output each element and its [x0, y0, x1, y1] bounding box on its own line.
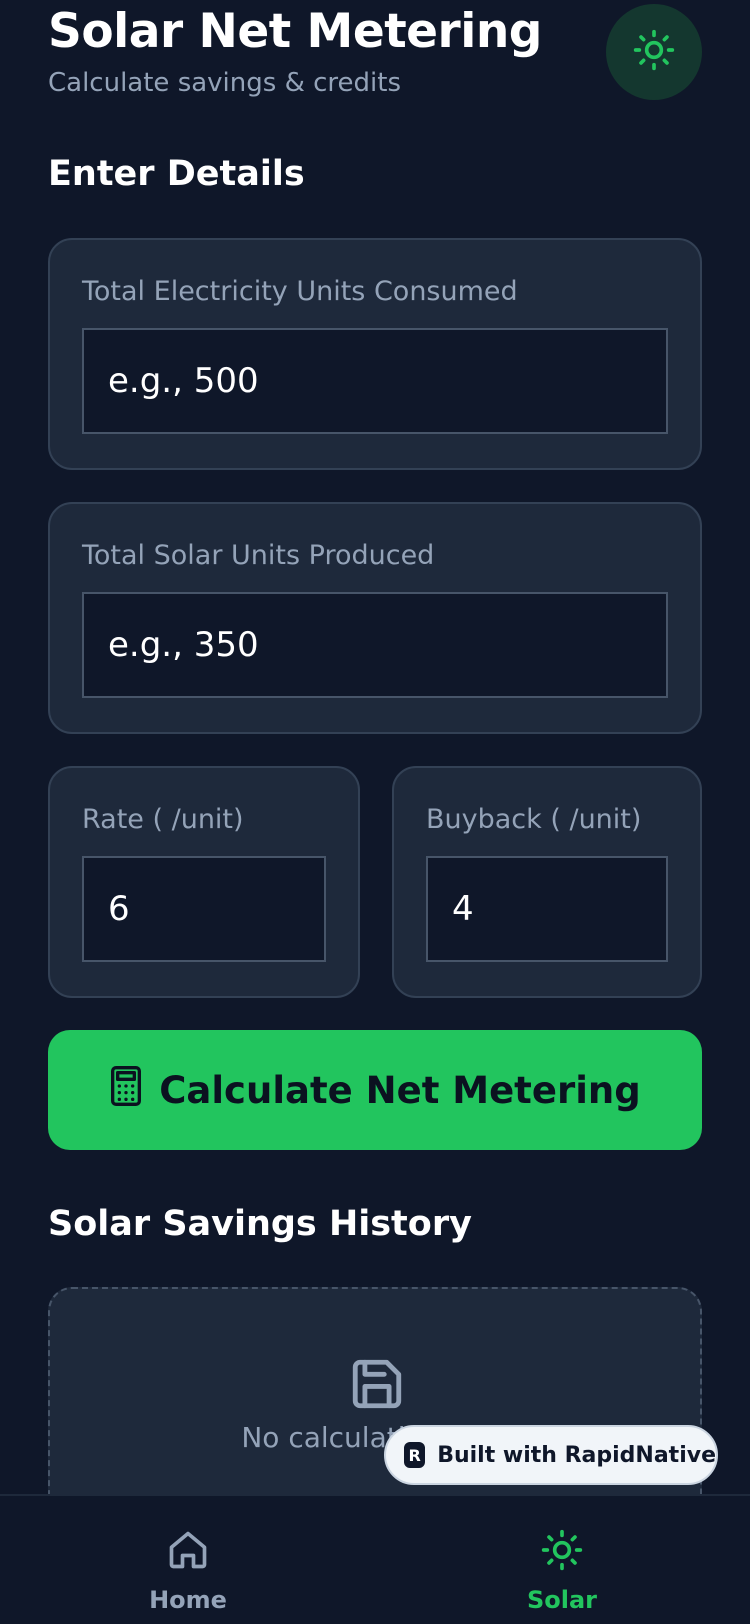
page-subtitle: Calculate savings & credits	[48, 68, 401, 98]
rate-label: Rate ( /unit)	[82, 804, 244, 835]
bottom-nav: Home Solar	[0, 1494, 750, 1624]
nav-item-home[interactable]: Home	[88, 1496, 288, 1624]
buyback-input[interactable]: 4	[426, 856, 668, 962]
enter-details-heading: Enter Details	[48, 154, 305, 194]
rate-input[interactable]: 6	[82, 856, 326, 962]
history-empty-card: No calculations yet	[48, 1287, 702, 1527]
nav-solar-label: Solar	[526, 1586, 598, 1614]
calculate-button[interactable]: Calculate Net Metering	[48, 1030, 702, 1150]
solar-label: Total Solar Units Produced	[82, 540, 435, 571]
rapidnative-logo-icon: R	[404, 1442, 426, 1468]
built-with-label: Built with RapidNative	[437, 1442, 716, 1468]
history-heading: Solar Savings History	[48, 1204, 472, 1244]
electricity-card: Total Electricity Units Consumed e.g., 5…	[48, 238, 702, 470]
header: Solar Net Metering Calculate savings & c…	[48, 0, 702, 110]
buyback-label: Buyback ( /unit)	[426, 804, 642, 835]
sun-icon	[540, 1528, 584, 1576]
screen: Solar Net Metering Calculate savings & c…	[0, 0, 750, 1624]
buyback-card: Buyback ( /unit) 4	[392, 766, 702, 998]
electricity-units-input[interactable]: e.g., 500	[82, 328, 668, 434]
theme-toggle-button[interactable]	[606, 4, 702, 100]
sun-icon	[632, 28, 676, 76]
save-icon	[348, 1355, 406, 1417]
page-title: Solar Net Metering	[48, 4, 542, 59]
nav-item-solar[interactable]: Solar	[462, 1496, 662, 1624]
home-icon	[166, 1528, 210, 1576]
calculator-icon	[109, 1065, 143, 1115]
electricity-label: Total Electricity Units Consumed	[82, 276, 518, 307]
nav-home-label: Home	[149, 1586, 227, 1614]
solar-units-input[interactable]: e.g., 350	[82, 592, 668, 698]
solar-card: Total Solar Units Produced e.g., 350	[48, 502, 702, 734]
built-with-badge[interactable]: R Built with RapidNative	[384, 1425, 718, 1485]
rate-card: Rate ( /unit) 6	[48, 766, 360, 998]
calculate-button-label: Calculate Net Metering	[159, 1068, 641, 1112]
